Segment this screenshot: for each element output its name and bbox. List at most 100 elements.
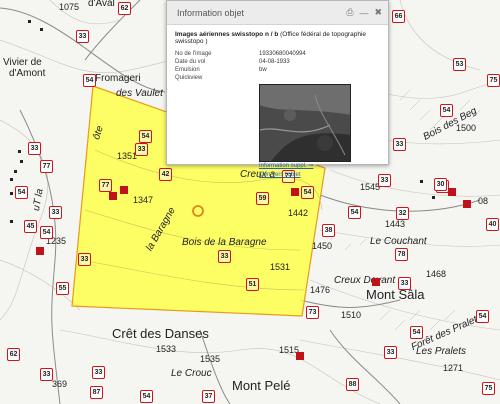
map-marker[interactable]: 33 [28, 142, 41, 155]
layer-heading: Images aériennes swisstopo n / b (Office… [175, 31, 380, 45]
building-marker [463, 200, 471, 208]
attribute-table: No de l'image 19330680040994 Date du vol… [175, 51, 306, 83]
place-label: Fromageri [95, 73, 141, 84]
table-row: No de l'image 19330680040994 [175, 51, 306, 59]
building-marker [120, 186, 128, 194]
quickview-thumbnail[interactable] [259, 84, 351, 162]
minimize-icon[interactable]: — [359, 8, 368, 18]
map-marker[interactable]: 54 [15, 186, 28, 199]
map-marker[interactable]: 78 [395, 248, 408, 261]
place-label: d'Amont [9, 68, 46, 79]
building-marker [372, 278, 380, 286]
map-marker[interactable]: 73 [306, 306, 319, 319]
place-label: Le Couchant [370, 236, 427, 247]
map-marker[interactable]: 33 [76, 30, 89, 43]
map-marker[interactable]: 45 [24, 220, 37, 233]
more-info-link[interactable]: Information suppl. ⇒ [259, 162, 380, 171]
object-link[interactable]: Lien vers l'objet [259, 171, 380, 180]
layer-name: Images aériennes swisstopo n / b [175, 31, 279, 38]
field-value [259, 75, 306, 83]
map-marker[interactable]: 33 [49, 206, 62, 219]
field-label: No de l'image [175, 51, 212, 57]
map-marker[interactable]: 53 [453, 58, 466, 71]
map-marker[interactable]: 32 [396, 207, 409, 220]
map-marker[interactable]: 33 [92, 366, 105, 379]
popup-header[interactable]: Information objet ⎙ — ✖ [167, 1, 388, 25]
information-popup: Information objet ⎙ — ✖ Images aériennes… [166, 0, 389, 178]
map-marker[interactable]: 33 [218, 250, 231, 263]
elevation-label: 1531 [270, 262, 291, 272]
map-marker[interactable]: 88 [346, 378, 359, 391]
field-label: Date du vol [175, 59, 206, 65]
field-label: Emulsion [175, 67, 200, 73]
place-label: Les Pralets [416, 346, 467, 357]
map-marker[interactable]: 54 [348, 206, 361, 219]
place-label: Le Crouc [171, 368, 212, 379]
table-row: Emulsion bw [175, 67, 306, 75]
map-marker[interactable]: 37 [202, 390, 215, 403]
place-label: Mont Pelé [232, 378, 291, 393]
map-marker[interactable]: 87 [90, 386, 103, 399]
elevation-label: 1476 [310, 285, 331, 295]
building-marker [109, 192, 117, 200]
map-marker[interactable]: 55 [56, 282, 69, 295]
table-row: Date du vol 04-08-1933 [175, 59, 306, 67]
map-marker[interactable]: 62 [118, 2, 131, 15]
field-value: 04-08-1933 [259, 59, 290, 65]
building-marker [36, 247, 44, 255]
map-marker[interactable]: 33 [393, 138, 406, 151]
map-marker[interactable]: 54 [476, 310, 489, 323]
map-marker[interactable]: 33 [78, 253, 91, 266]
table-row: Quickview [175, 75, 306, 83]
elevation-label: 1347 [133, 195, 154, 205]
map-marker[interactable]: 51 [246, 278, 259, 291]
map-marker[interactable]: 54 [440, 104, 453, 117]
elevation-label: 1450 [312, 241, 333, 251]
map-marker[interactable]: 54 [410, 326, 423, 339]
map-marker[interactable]: 40 [486, 218, 499, 231]
map-marker[interactable]: 54 [140, 390, 153, 403]
building-marker [291, 188, 299, 196]
elevation-label: 1442 [288, 208, 309, 218]
place-label: Mont Sâla [366, 287, 425, 302]
printer-icon[interactable]: ⎙ [346, 7, 353, 18]
map-marker[interactable]: 77 [40, 160, 53, 173]
map-marker[interactable]: 38 [322, 224, 335, 237]
map-marker[interactable]: 75 [487, 74, 500, 87]
elevation-label: 1271 [443, 363, 464, 373]
place-label: d'Aval [88, 0, 115, 9]
building-marker [296, 352, 304, 360]
map-marker[interactable]: 33 [398, 277, 411, 290]
popup-title: Information objet [177, 7, 245, 18]
map-marker[interactable]: 33 [135, 143, 148, 156]
map-marker[interactable]: 59 [256, 192, 269, 205]
place-label: des Vaulet [116, 88, 163, 99]
field-value: 19330680040994 [259, 51, 306, 57]
map-marker[interactable]: 30 [434, 178, 447, 191]
elevation-label: 369 [52, 379, 68, 389]
map-marker[interactable]: 66 [392, 10, 405, 23]
map-marker[interactable]: 77 [99, 179, 112, 192]
map-marker[interactable]: 54 [83, 74, 96, 87]
map-marker[interactable]: 54 [40, 226, 53, 239]
popup-body: Images aériennes swisstopo n / b (Office… [167, 25, 388, 180]
elevation-label: 08 [478, 196, 489, 206]
map-marker[interactable]: 54 [301, 186, 314, 199]
elevation-label: 1510 [341, 310, 362, 320]
place-label: Crêt des Danses [112, 326, 209, 341]
map-marker[interactable]: 54 [139, 130, 152, 143]
elevation-label: 1533 [156, 344, 177, 354]
map-marker[interactable]: 33 [40, 368, 53, 381]
elevation-label: 1535 [200, 354, 221, 364]
elevation-label: 1443 [385, 219, 406, 229]
close-icon[interactable]: ✖ [374, 7, 382, 18]
elevation-label: 1468 [426, 269, 447, 279]
field-label: Quickview [175, 75, 203, 81]
elevation-label: 1075 [59, 2, 80, 12]
building-marker [448, 188, 456, 196]
place-label: Bois de la Baragne [182, 237, 267, 248]
place-label: Vivier de [3, 57, 42, 68]
map-marker[interactable]: 75 [482, 382, 495, 395]
map-marker[interactable]: 62 [7, 348, 20, 361]
map-marker[interactable]: 33 [384, 346, 397, 359]
